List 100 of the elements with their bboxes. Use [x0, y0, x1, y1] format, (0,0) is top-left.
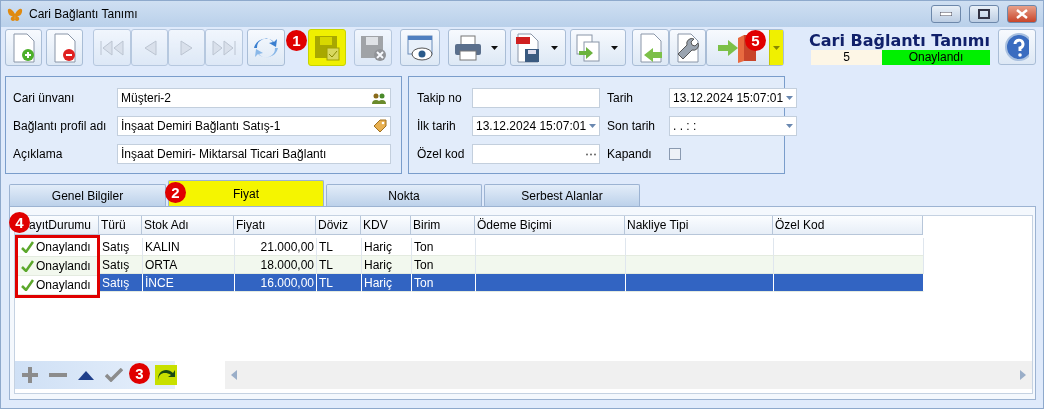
tab[interactable]: Nokta: [326, 184, 482, 206]
save-cancel-icon: [359, 33, 387, 62]
field-label: Kapandı: [607, 147, 653, 161]
delete-document-icon: [51, 32, 78, 63]
date-field[interactable]: 13.12.2024 15:07:01: [472, 116, 600, 136]
close-icon: [1016, 9, 1028, 19]
navigator-button[interactable]: [155, 365, 177, 385]
text-field[interactable]: [472, 144, 600, 164]
table-cell: TL: [317, 256, 362, 274]
people-icon: [371, 92, 387, 104]
column-header: Birim: [411, 216, 475, 235]
minimize-button[interactable]: [931, 5, 961, 23]
column-header: Stok Adı: [142, 216, 234, 235]
callout-badge: 3: [129, 363, 150, 384]
callout-badge: 1: [286, 30, 307, 51]
column-header: Ödeme Biçimi: [475, 216, 625, 235]
horizontal-scrollbar[interactable]: [225, 361, 1032, 389]
pdf-save-button[interactable]: [510, 29, 566, 66]
table-cell: TL: [317, 274, 362, 292]
field-label: İlk tarih: [417, 119, 457, 133]
table-cell: Ton: [412, 274, 476, 292]
field-label: Bağlantı profil adı: [13, 119, 108, 133]
ellipsis-icon: [586, 152, 596, 156]
table-cell: KALIN: [143, 238, 235, 256]
scroll-right-icon: [1020, 370, 1026, 380]
delete-document-button[interactable]: [46, 29, 83, 66]
tag-icon: [373, 119, 387, 133]
status-label: Onaylandı: [882, 50, 990, 65]
butterfly-icon: [7, 6, 23, 22]
wrench-button[interactable]: [669, 29, 706, 66]
column-header: Döviz: [316, 216, 361, 235]
minus-icon: [49, 372, 67, 378]
table-cell: 18.000,00: [235, 256, 317, 274]
record-number: 5: [811, 50, 882, 65]
export-icon: [575, 32, 603, 63]
window-title: Cari Bağlantı Tanımı: [29, 7, 139, 21]
table-cell: Satış: [100, 274, 143, 292]
table-cell: Hariç: [362, 256, 412, 274]
table-cell: Satış: [100, 238, 143, 256]
check-icon: [21, 241, 34, 253]
field-label: Açıklama: [13, 147, 64, 161]
check-icon: [21, 279, 34, 291]
maximize-icon: [978, 9, 990, 19]
status-text: Onaylandı: [36, 240, 91, 254]
column-header: Türü: [99, 216, 142, 235]
table-cell: TL: [317, 238, 362, 256]
maximize-button[interactable]: [969, 5, 999, 23]
refresh-button[interactable]: [247, 29, 285, 66]
dropdown-icon: [589, 124, 596, 128]
date-field[interactable]: 13.12.2024 15:07:01: [669, 88, 797, 108]
table-cell: 16.000,00: [235, 274, 317, 292]
table-cell: Hariç: [362, 274, 412, 292]
check-icon: [21, 260, 34, 272]
preview-icon: [405, 33, 435, 62]
table-cell: Satış: [100, 256, 143, 274]
plus-icon: [21, 366, 39, 384]
close-button[interactable]: [1007, 5, 1037, 23]
up-icon: [78, 370, 94, 380]
exit-door-button[interactable]: [706, 29, 784, 66]
printer-icon: [453, 33, 483, 62]
first-icon: [98, 37, 126, 58]
new-document-button[interactable]: [5, 29, 42, 66]
text-field[interactable]: [472, 88, 600, 108]
date-field[interactable]: . . : :: [669, 116, 797, 136]
table-cell: İNCE: [143, 274, 235, 292]
scroll-left-icon: [231, 370, 237, 380]
dropdown-icon: [786, 96, 793, 100]
import-icon: [637, 32, 664, 63]
table-cell: Ton: [412, 238, 476, 256]
table-cell: ORTA: [143, 256, 235, 274]
table-cell: 21.000,00: [235, 238, 317, 256]
column-header: Özel Kod: [773, 216, 923, 235]
field-label: Cari ünvanı: [13, 91, 76, 105]
text-field[interactable]: İnşaat Demiri- Miktarsal Ticari Bağlantı: [117, 144, 391, 164]
field-label: Özel kod: [417, 147, 465, 161]
field-label: Son tarih: [607, 119, 657, 133]
text-field[interactable]: Müşteri-2: [117, 88, 391, 108]
printer-button[interactable]: [448, 29, 506, 66]
status-text: Onaylandı: [36, 278, 91, 292]
new-document-icon: [10, 32, 37, 63]
column-header: Nakliye Tipi: [625, 216, 773, 235]
check-icon: [105, 368, 123, 382]
minimize-icon: [940, 12, 952, 16]
save-button[interactable]: [308, 29, 346, 66]
field-label: Tarih: [607, 91, 634, 105]
table-cell: Hariç: [362, 238, 412, 256]
field-label: Takip no: [417, 91, 463, 105]
text-field[interactable]: İnşaat Demiri Bağlantı Satış-1: [117, 116, 391, 136]
checkbox[interactable]: [669, 148, 681, 160]
tab[interactable]: Serbest Alanlar: [484, 184, 640, 206]
table-cell: Ton: [412, 256, 476, 274]
preview-button[interactable]: [400, 29, 440, 66]
help-button[interactable]: [998, 29, 1036, 65]
callout-badge: 4: [9, 212, 30, 233]
tab[interactable]: Genel Bilgiler: [9, 184, 166, 206]
form-title: Cari Bağlantı Tanımı: [809, 31, 990, 50]
status-text: Onaylandı: [36, 259, 91, 273]
dropdown-icon: [786, 124, 793, 128]
column-header: Fiyatı: [234, 216, 316, 235]
column-header: KDV: [361, 216, 411, 235]
